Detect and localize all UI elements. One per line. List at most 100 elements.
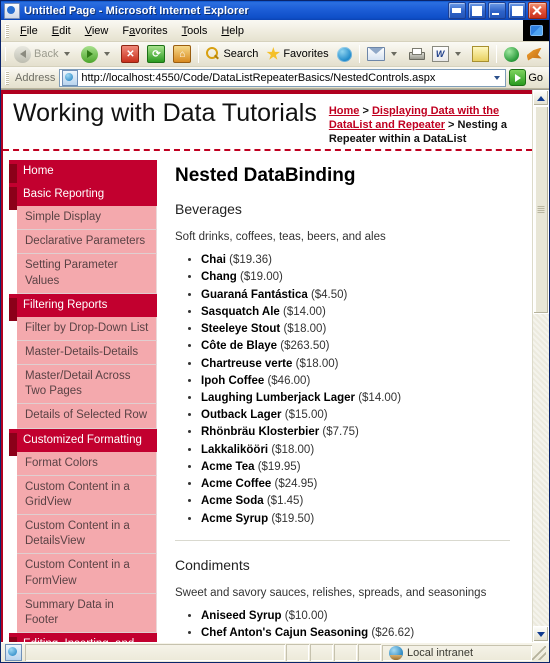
breadcrumb-sep-1: > [359,105,372,117]
sidebar-item-home[interactable]: Home [9,160,157,188]
sidebar-item-simple-display[interactable]: Simple Display [17,206,157,231]
mail-button[interactable] [363,45,404,63]
window-title: Untitled Page - Microsoft Internet Explo… [24,4,249,17]
home-button[interactable]: ⌂ [169,43,195,65]
star-icon [266,47,281,60]
address-dropdown-icon[interactable] [489,70,504,86]
menu-edit[interactable]: Edit [45,22,78,40]
sidebar-item-format-colors[interactable]: Format Colors [17,451,157,476]
forward-dropdown-icon[interactable] [104,52,111,56]
list-item: Acme Soda ($1.45) [201,494,510,509]
search-button[interactable]: Search [202,45,262,63]
sidebar-item-basic-reporting[interactable]: Basic Reporting [9,183,157,211]
product-name: Ipoh Coffee [201,374,265,387]
product-price: ($14.00) [358,391,402,404]
category-name: Condiments [175,557,250,574]
address-input[interactable]: http://localhost:4550/Code/DataListRepea… [59,68,507,87]
sidebar-item-custom-content-detailsview[interactable]: Custom Content in a DetailsView [17,515,157,555]
print-button[interactable] [404,46,428,63]
minimize-button[interactable] [488,2,506,19]
printer-icon [408,47,425,61]
product-price: ($19.50) [271,512,315,525]
page-viewport: Working with Data Tutorials Home > Displ… [1,89,549,642]
address-gripper[interactable] [5,70,9,85]
scrollbar-track[interactable] [533,106,549,626]
sidebar-item-filtering-reports[interactable]: Filtering Reports [9,293,157,321]
close-button[interactable] [528,2,547,19]
product-name: Chef Anton's Cajun Seasoning [201,627,369,640]
menu-gripper[interactable] [5,23,9,38]
forward-arrow-icon [81,45,99,63]
sidebar-item-master-details-details[interactable]: Master-Details-Details [17,340,157,366]
product-price: ($18.00) [295,357,339,370]
refresh-button[interactable]: ⟳ [143,43,169,65]
category-name: Beverages [175,201,242,218]
sidebar-item-master-detail-across-two-pages[interactable]: Master/Detail Across Two Pages [17,365,157,405]
edit-button[interactable]: W [428,44,468,64]
product-name: Sasquatch Ale [201,305,280,318]
toolbar: Back ✕ ⟳ ⌂ Search Favorites W [1,42,549,67]
restore-all-button[interactable] [448,2,466,19]
product-price: ($14.00) [283,305,326,318]
category-condiments: Condiments Sweet and savory sauces, reli… [175,557,510,642]
product-price: ($18.00) [283,323,327,336]
toolbar-gripper[interactable] [5,47,6,61]
menu-view[interactable]: View [78,22,116,40]
main-content: Nested DataBinding Beverages Soft drinks… [157,151,532,642]
maximize-button[interactable] [508,2,526,19]
group-button[interactable] [468,2,486,19]
go-button[interactable]: Go [506,69,547,86]
menu-tools[interactable]: Tools [175,22,215,40]
sidebar-item-filter-by-drop-down-list[interactable]: Filter by Drop-Down List [17,316,157,341]
list-item: Sasquatch Ale ($14.00) [201,305,510,320]
product-price: ($10.00) [284,610,328,623]
sidebar-section-home: Home [9,160,157,188]
sidebar-item-custom-content-formview[interactable]: Custom Content in a FormView [17,554,157,594]
back-button[interactable]: Back [10,44,77,65]
page-favicon-icon [62,69,79,86]
messenger-button[interactable] [500,45,523,64]
list-item: Laughing Lumberjack Lager ($14.00) [201,391,510,406]
scrollbar-grip-icon [537,206,545,214]
favorites-button[interactable]: Favorites [262,45,332,63]
sidebar-item-summary-data-in-footer[interactable]: Summary Data in Footer [17,593,157,634]
category-description: Soft drinks, coffees, teas, beers, and a… [175,231,386,244]
discuss-button[interactable] [468,44,493,64]
breadcrumb-home-link[interactable]: Home [329,105,360,117]
mail-dropdown-icon[interactable] [390,52,397,56]
security-zone-panel[interactable]: Local intranet [382,644,532,661]
menu-help[interactable]: Help [214,22,251,40]
sidebar-item-details-of-selected-row[interactable]: Details of Selected Row [17,404,157,429]
toolbar-separator-3 [495,45,497,63]
list-item: Acme Syrup ($19.50) [201,512,510,527]
vertical-scrollbar[interactable] [532,90,549,642]
sidebar-item-editing-inserting-deleting[interactable]: Editing, Inserting, and Deleting [9,633,157,642]
sidebar-item-declarative-parameters[interactable]: Declarative Parameters [17,230,157,255]
list-item: Côte de Blaye ($263.50) [201,339,510,354]
sidebar-item-setting-parameter-values[interactable]: Setting Parameter Values [17,254,157,294]
bird-button[interactable] [523,46,546,63]
product-name: Rhönbräu Klosterbier [201,426,320,439]
resize-grip-icon[interactable] [532,645,546,660]
scroll-down-button[interactable] [533,626,549,642]
back-arrow-icon [14,45,31,63]
research-button[interactable] [546,44,549,64]
product-price: ($19.95) [257,460,301,473]
menu-file[interactable]: File [13,22,45,40]
stop-button[interactable]: ✕ [117,43,143,65]
forward-button[interactable] [77,44,117,65]
scroll-up-button[interactable] [533,90,549,106]
list-item: Outback Lager ($15.00) [201,408,510,423]
edit-dropdown-icon[interactable] [454,52,461,56]
scrollbar-thumb[interactable] [533,106,549,314]
back-dropdown-icon[interactable] [64,52,71,56]
product-name: Laughing Lumberjack Lager [201,391,355,404]
sidebar-item-customized-formatting[interactable]: Customized Formatting [9,428,157,456]
status-panel-3 [334,644,357,661]
history-button[interactable] [333,45,356,64]
sidebar-sublist-basic-reporting: Simple Display Declarative Parameters Se… [17,206,157,294]
sidebar-item-custom-content-gridview[interactable]: Custom Content in a GridView [17,475,157,516]
menu-favorites[interactable]: Favorites [115,22,174,40]
favorites-label: Favorites [283,48,329,60]
product-name: Chartreuse verte [201,357,293,370]
